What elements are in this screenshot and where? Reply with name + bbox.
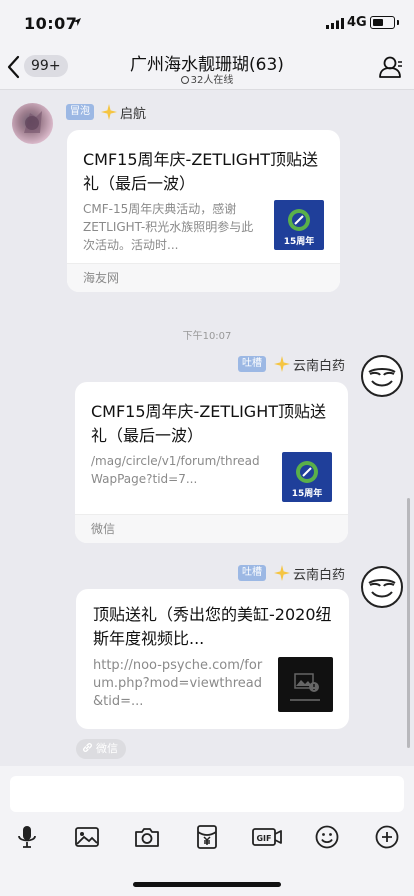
message-input[interactable] [10,776,404,812]
card-title: CMF15周年庆-ZETLIGHT顶贴送礼（最后一波） [91,402,326,445]
nav-bar: 99+ 广州海水靓珊瑚(63) 32人在线 [0,44,414,90]
link-card[interactable]: 顶贴送礼（秀出您的美缸-2020纽斯年度视频比... http://noo-ps… [76,589,349,729]
status-time: 10:07 [24,14,78,33]
card-thumbnail: 15周年 [282,452,332,502]
message-tag: 吐槽 [238,565,266,581]
home-indicator[interactable] [133,882,281,887]
card-source: 海友网 [67,263,340,292]
thumbnail-label: 15周年 [291,489,323,499]
input-area: GIF [0,766,414,896]
microphone-icon[interactable] [14,824,40,850]
star-icon [274,356,290,372]
online-icon [180,76,189,84]
message-tag: 冒泡 [66,104,94,120]
online-count: 32人在线 [0,71,414,86]
self-avatar[interactable] [361,355,403,397]
link-icon [83,743,92,752]
image-icon[interactable] [74,824,100,850]
battery-icon [370,16,399,29]
sender-avatar[interactable] [12,103,53,144]
card-title: 顶贴送礼（秀出您的美缸-2020纽斯年度视频比... [93,605,332,648]
star-icon [274,565,290,581]
camera-icon[interactable] [134,824,160,850]
plus-icon[interactable] [374,824,400,850]
thumbnail-label: 15周年 [283,237,315,247]
network-type: 4G [347,15,367,30]
status-bar: 10:07 4G [0,0,414,44]
emoji-icon[interactable] [314,824,340,850]
link-card[interactable]: CMF15周年庆-ZETLIGHT顶贴送礼（最后一波） /mag/circle/… [75,382,348,543]
card-description: /mag/circle/v1/forum/threadWapPage?tid=7… [91,454,260,486]
signal-icon [326,18,344,29]
card-description: http://noo-psyche.com/forum.php?mod=view… [93,658,263,709]
card-thumbnail [278,657,333,712]
sender-name[interactable]: 云南白药 [293,564,345,583]
card-title: CMF15周年庆-ZETLIGHT顶贴送礼（最后一波） [83,150,318,193]
group-profile-icon[interactable] [378,54,404,80]
card-description: CMF-15周年庆典活动，感谢ZETLIGHT-积光水族照明参与此次活动。活动时… [83,202,254,252]
message-tag: 吐槽 [238,356,266,372]
red-packet-icon[interactable] [194,824,220,850]
sender-name[interactable]: 启航 [120,103,146,122]
gif-label: GIF [256,834,271,843]
card-source: 微信 [75,514,348,543]
star-icon [101,104,117,120]
location-arrow-icon [73,18,81,26]
link-card[interactable]: CMF15周年庆-ZETLIGHT顶贴送礼（最后一波） CMF-15周年庆典活动… [67,130,340,292]
link-source-label: 微信 [96,742,118,755]
self-avatar[interactable] [361,566,403,608]
link-source-pill[interactable]: 微信 [76,739,126,759]
scrollbar[interactable] [407,498,410,748]
sender-name[interactable]: 云南白药 [293,355,345,374]
gif-icon[interactable]: GIF [252,824,282,850]
message-timestamp: 下午10:07 [182,331,232,342]
card-thumbnail: 15周年 [274,200,324,250]
